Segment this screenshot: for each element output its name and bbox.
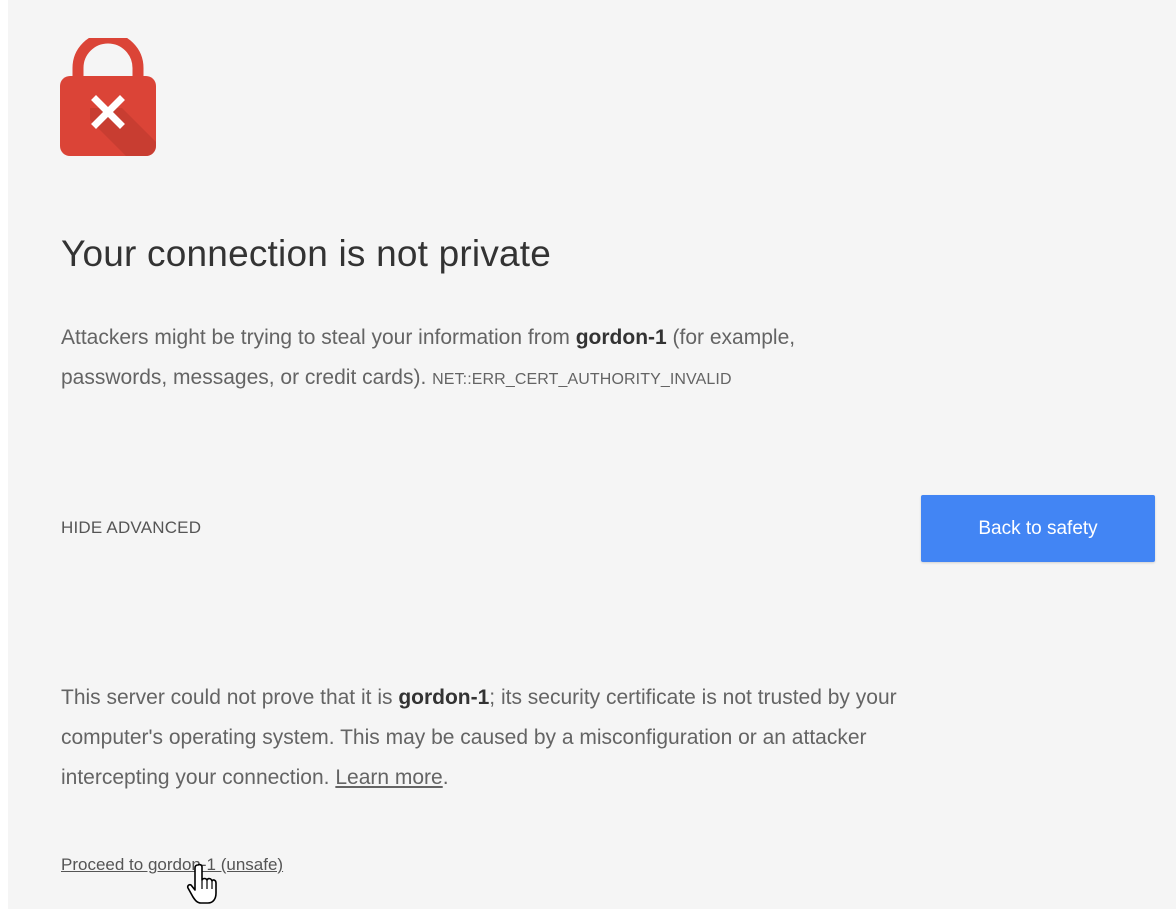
- hand-pointer-icon: [186, 863, 217, 904]
- details-host: gordon-1: [398, 686, 490, 709]
- intro-line2: passwords, messages, or credit cards).: [61, 366, 433, 389]
- intro-host: gordon-1: [575, 326, 667, 349]
- details-end: .: [442, 766, 449, 789]
- intro-message: Attackers might be trying to steal your …: [61, 318, 795, 400]
- intro-prefix: Attackers might be trying to steal your …: [61, 326, 576, 349]
- details-suffix: ; its security certificate is not truste…: [489, 686, 897, 709]
- lock-error-icon: [60, 38, 156, 156]
- proceed-unsafe-link[interactable]: Proceed to gordon-1 (unsafe): [61, 855, 283, 875]
- details-line3: intercepting your connection.: [61, 766, 336, 789]
- details-prefix: This server could not prove that it is: [61, 686, 399, 709]
- intro-suffix: (for example,: [666, 326, 796, 349]
- page-title: Your connection is not private: [61, 233, 552, 274]
- details-line2: computer's operating system. This may be…: [61, 726, 867, 749]
- learn-more-link[interactable]: Learn more: [335, 766, 442, 789]
- hide-advanced-button[interactable]: HIDE ADVANCED: [61, 518, 201, 538]
- details-message: This server could not prove that it is g…: [61, 678, 897, 798]
- back-to-safety-button[interactable]: Back to safety: [921, 495, 1155, 562]
- error-code: NET::ERR_CERT_AUTHORITY_INVALID: [432, 371, 732, 388]
- interstitial-page: Your connection is not private Attackers…: [8, 0, 1176, 909]
